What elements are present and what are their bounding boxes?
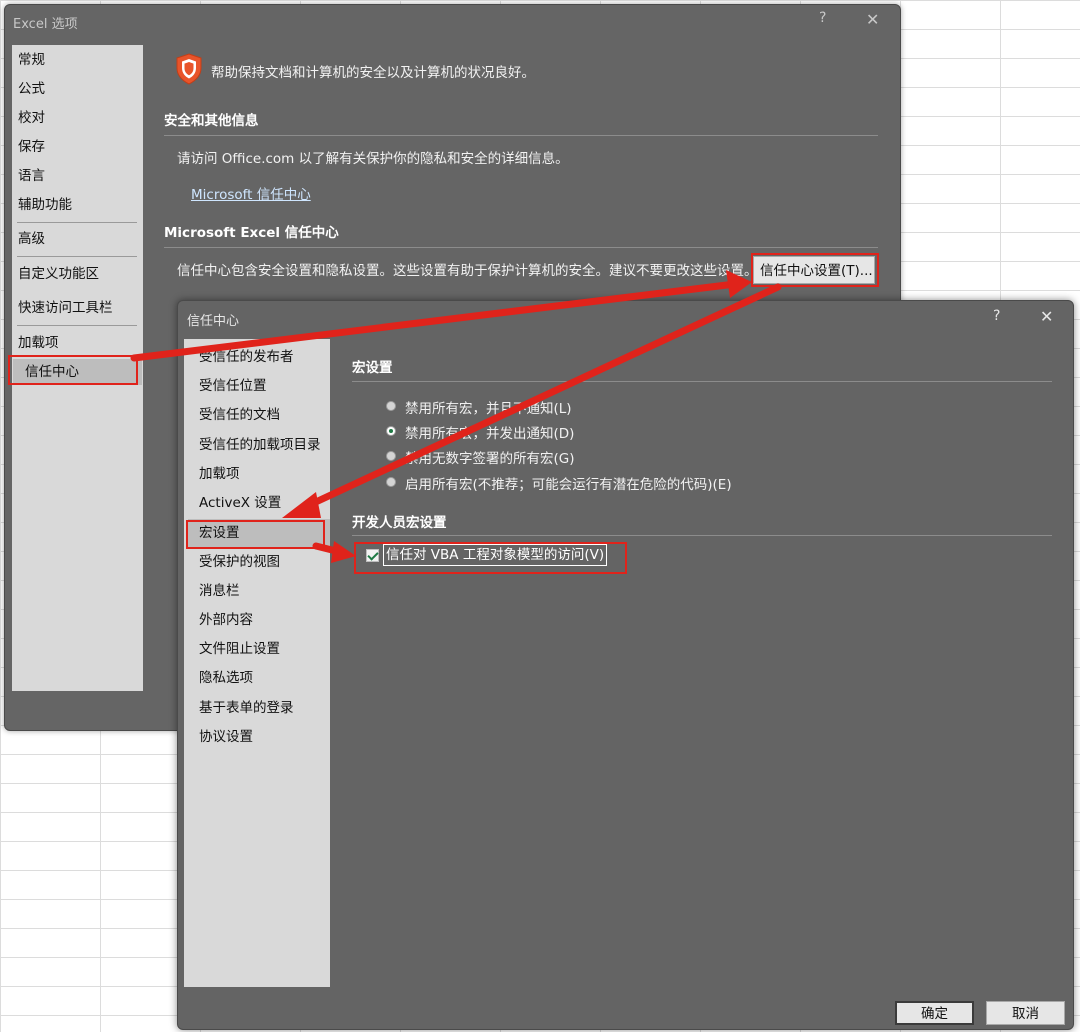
highlight-box [186, 520, 325, 549]
developer-macro-heading: 开发人员宏设置 [352, 515, 447, 531]
radio-disable-no-notify[interactable] [386, 401, 396, 411]
help-icon[interactable]: ? [819, 10, 826, 26]
section-divider [352, 535, 1052, 536]
radio-label: 禁用无数字签署的所有宏(G) [405, 451, 575, 467]
section-security-heading: 安全和其他信息 [164, 113, 259, 129]
sidebar-item-trusted-addin-catalogs[interactable]: 受信任的加载项目录 [199, 431, 327, 459]
sidebar-item-trusted-publishers[interactable]: 受信任的发布者 [199, 343, 327, 371]
help-icon[interactable]: ? [993, 308, 1000, 324]
microsoft-trust-center-link[interactable]: Microsoft 信任中心 [191, 183, 311, 203]
sidebar-item-addins[interactable]: 加载项 [18, 330, 140, 356]
sidebar-item-addins[interactable]: 加载项 [199, 460, 327, 488]
sidebar-item-protocol[interactable]: 协议设置 [199, 723, 327, 751]
ok-button[interactable]: 确定 [895, 1001, 974, 1025]
radio-disable-with-notify[interactable] [386, 426, 396, 436]
security-info-text: 请访问 Office.com 以了解有关保护你的隐私和安全的详细信息。 [177, 151, 569, 167]
radio-enable-all[interactable] [386, 477, 396, 487]
sidebar-item-message-bar[interactable]: 消息栏 [199, 577, 327, 605]
close-icon[interactable]: ✕ [1040, 307, 1053, 326]
sidebar-item-proofing[interactable]: 校对 [18, 105, 140, 131]
sidebar-item-general[interactable]: 常规 [18, 47, 140, 73]
sidebar-item-advanced[interactable]: 高级 [18, 226, 140, 252]
trust-center-sidebar: 受信任的发布者 受信任位置 受信任的文档 受信任的加载项目录 加载项 Activ… [184, 339, 330, 987]
radio-label: 禁用所有宏，并发出通知(D) [405, 426, 575, 442]
section-divider [352, 381, 1052, 382]
sidebar-item-customize-ribbon[interactable]: 自定义功能区 [18, 261, 140, 287]
sidebar-item-protected-view[interactable]: 受保护的视图 [199, 548, 327, 576]
sidebar-divider [17, 325, 137, 326]
excel-trust-info-text: 信任中心包含安全设置和隐私设置。这些设置有助于保护计算机的安全。建议不要更改这些… [177, 263, 758, 279]
sidebar-item-form-signin[interactable]: 基于表单的登录 [199, 694, 327, 722]
sidebar-item-external-content[interactable]: 外部内容 [199, 606, 327, 634]
sidebar-item-activex[interactable]: ActiveX 设置 [199, 489, 327, 517]
sidebar-divider [17, 256, 137, 257]
radio-disable-unsigned[interactable] [386, 451, 396, 461]
section-divider [164, 135, 878, 136]
section-excel-trust-heading: Microsoft Excel 信任中心 [164, 225, 339, 241]
sidebar-item-privacy[interactable]: 隐私选项 [199, 664, 327, 692]
radio-label: 启用所有宏(不推荐；可能会运行有潜在危险的代码)(E) [405, 477, 732, 493]
excel-options-title: Excel 选项 [13, 17, 78, 32]
highlight-box [751, 253, 879, 287]
macro-settings-heading: 宏设置 [352, 360, 393, 376]
cancel-button[interactable]: 取消 [986, 1001, 1065, 1025]
close-icon[interactable]: ✕ [866, 10, 879, 29]
sidebar-item-accessibility[interactable]: 辅助功能 [18, 192, 140, 218]
trust-center-dialog: 信任中心 ? ✕ 受信任的发布者 受信任位置 受信任的文档 受信任的加载项目录 … [177, 300, 1074, 1030]
highlight-box [8, 355, 138, 385]
sidebar-divider [17, 222, 137, 223]
highlight-box [354, 542, 627, 574]
sidebar-item-quick-access-toolbar[interactable]: 快速访问工具栏 [18, 295, 140, 321]
radio-label: 禁用所有宏，并且不通知(L) [405, 401, 572, 417]
sidebar-item-save[interactable]: 保存 [18, 134, 140, 160]
sidebar-item-formulas[interactable]: 公式 [18, 76, 140, 102]
section-divider [164, 247, 878, 248]
sidebar-item-trusted-documents[interactable]: 受信任的文档 [199, 401, 327, 429]
sidebar-item-language[interactable]: 语言 [18, 163, 140, 189]
sidebar-item-trusted-locations[interactable]: 受信任位置 [199, 372, 327, 400]
sidebar-item-file-block[interactable]: 文件阻止设置 [199, 635, 327, 663]
trust-center-title: 信任中心 [187, 314, 240, 329]
shield-icon [176, 53, 202, 85]
intro-text: 帮助保持文档和计算机的安全以及计算机的状况良好。 [211, 65, 535, 81]
